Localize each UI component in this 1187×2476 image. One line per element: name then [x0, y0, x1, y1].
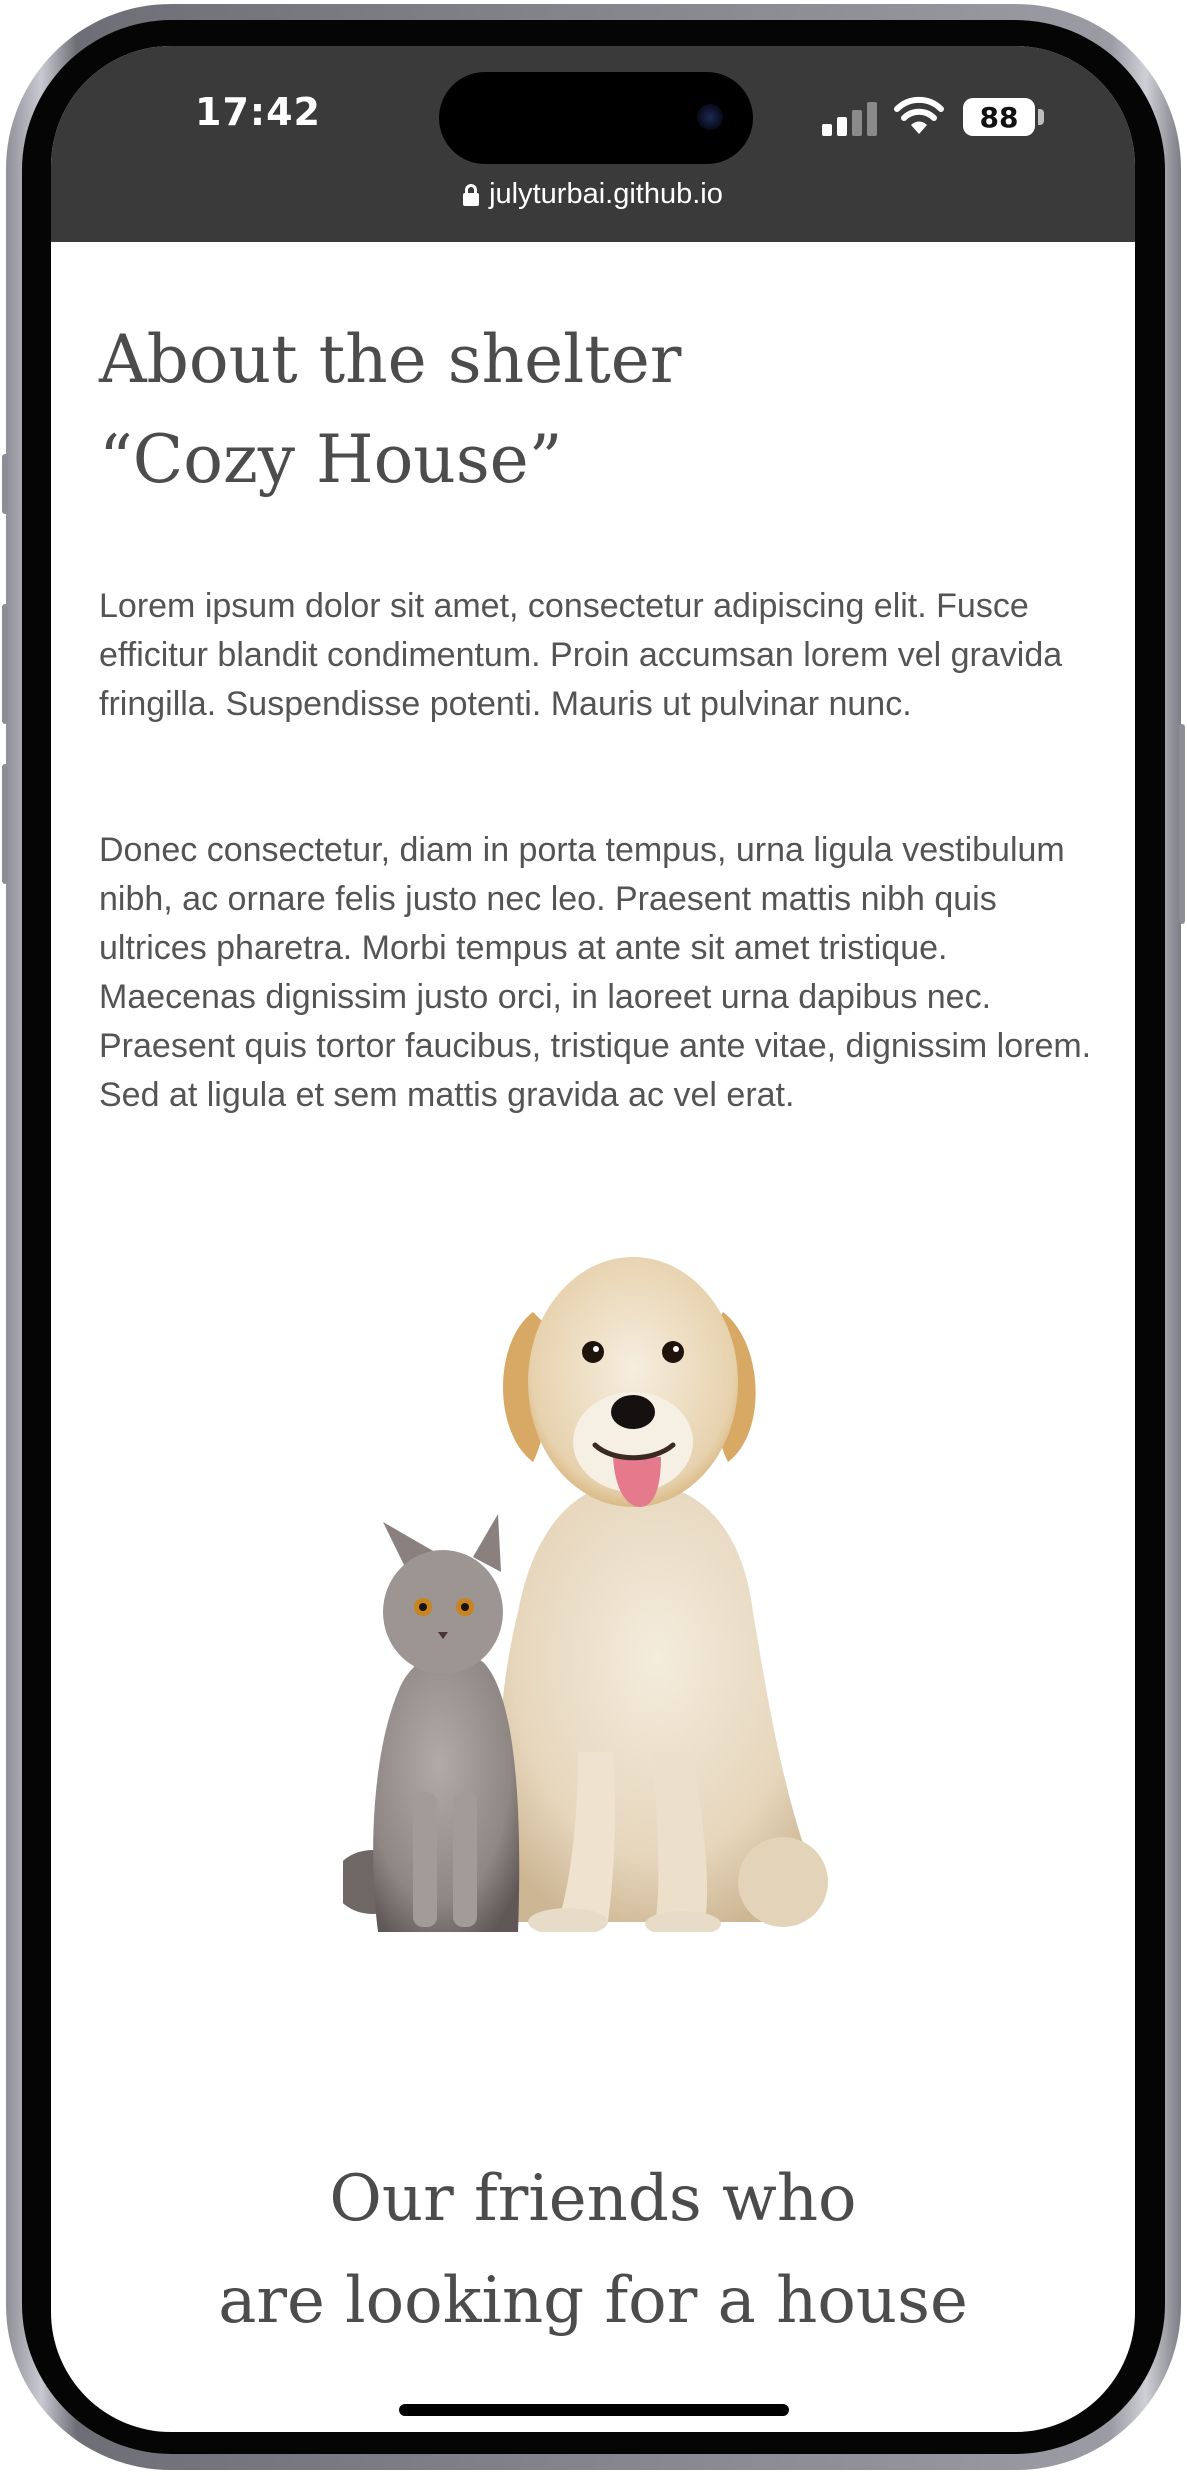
cat-and-dog-image — [343, 1257, 828, 1932]
action-button — [2, 454, 8, 514]
status-time: 17:42 — [195, 90, 321, 134]
about-heading-line2: “Cozy House” — [99, 421, 563, 498]
power-button — [1179, 724, 1185, 924]
volume-up-button — [2, 604, 8, 724]
camera-icon — [697, 104, 723, 130]
lock-icon — [463, 183, 480, 206]
battery-level: 88 — [979, 100, 1019, 134]
cellular-signal-icon — [822, 102, 877, 136]
battery-cap-icon — [1038, 109, 1044, 125]
status-and-address-bar: 17:42 88 julyturbai.github.io — [51, 46, 1135, 242]
home-indicator[interactable] — [399, 2404, 789, 2416]
wifi-icon — [894, 96, 944, 134]
friends-heading-line2: are looking for a house — [218, 2264, 968, 2338]
about-heading: About the shelter “Cozy House” — [99, 310, 999, 510]
dog-figure — [498, 1257, 828, 1932]
cat-figure — [343, 1514, 520, 1932]
url-text: julyturbai.github.io — [489, 178, 723, 210]
battery-indicator: 88 — [963, 98, 1035, 136]
about-paragraph-1: Lorem ipsum dolor sit amet, consectetur … — [99, 587, 1063, 723]
volume-down-button — [2, 764, 8, 884]
screen: 17:42 88 julyturbai.github.io About the … — [51, 46, 1135, 2432]
address-bar[interactable]: julyturbai.github.io — [51, 178, 1135, 211]
friends-heading: Our friends who are looking for a house — [51, 2148, 1135, 2352]
about-paragraph-2: Donec consectetur, diam in porta tempus,… — [99, 831, 1092, 1114]
dynamic-island — [439, 72, 753, 164]
friends-heading-line1: Our friends who — [329, 2162, 857, 2236]
about-heading-line1: About the shelter — [99, 321, 682, 398]
